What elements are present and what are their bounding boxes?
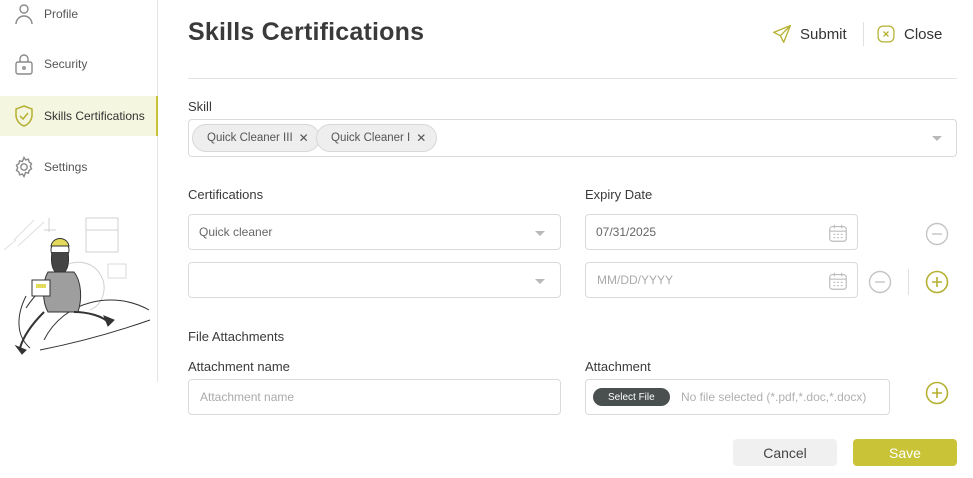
chevron-down-icon[interactable] (535, 231, 545, 236)
file-upload-field[interactable]: Select File No file selected (*.pdf,*.do… (585, 379, 890, 415)
certifications-label: Certifications (188, 187, 264, 202)
attachment-name-label: Attachment name (188, 359, 290, 374)
row-action-divider (908, 269, 909, 295)
attachment-name-placeholder: Attachment name (200, 390, 295, 404)
cancel-button[interactable]: Cancel (733, 439, 837, 466)
gear-icon (15, 156, 33, 178)
send-icon (773, 25, 791, 43)
sidebar-item-label: Settings (44, 160, 88, 174)
skill-chip: Quick Cleaner I ✕ (316, 124, 438, 152)
sidebar-item-settings[interactable]: Settings (0, 147, 158, 187)
attachment-label: Attachment (585, 359, 651, 374)
skill-chip-label: Quick Cleaner I (331, 132, 411, 144)
remove-row-button[interactable] (868, 270, 892, 294)
header-divider (863, 22, 864, 46)
certification-select[interactable] (188, 262, 561, 298)
worker-reading-illustration (4, 217, 151, 355)
sidebar-item-profile[interactable]: Profile (0, 0, 158, 34)
expiry-date-placeholder: MM/DD/YYYY (597, 273, 674, 287)
remove-chip-icon[interactable]: ✕ (416, 131, 426, 145)
certification-select[interactable]: Quick cleaner (188, 214, 561, 250)
header-rule (188, 78, 957, 79)
close-label: Close (904, 25, 943, 43)
save-button[interactable]: Save (853, 439, 957, 466)
sidebar-item-security[interactable]: Security (0, 44, 158, 84)
remove-chip-icon[interactable]: ✕ (299, 131, 309, 145)
close-icon (877, 25, 895, 43)
add-row-button[interactable] (925, 270, 949, 294)
sidebar-item-label: Skills Certifications (44, 109, 145, 123)
sidebar: Profile Security Skills Certifications S… (0, 0, 158, 382)
sidebar-item-label: Profile (44, 7, 79, 21)
chevron-down-icon[interactable] (932, 136, 942, 141)
remove-row-button[interactable] (925, 222, 949, 246)
attachment-name-input[interactable]: Attachment name (188, 379, 561, 415)
skill-chip: Quick Cleaner III ✕ (192, 124, 320, 152)
page-title: Skills Certifications (188, 18, 425, 46)
submit-button[interactable]: Submit (772, 22, 847, 46)
calendar-icon[interactable] (827, 270, 849, 292)
expiry-date-value: 07/31/2025 (596, 225, 657, 239)
skill-label: Skill (188, 99, 212, 114)
submit-label: Submit (800, 25, 847, 43)
no-file-text: No file selected (*.pdf,*.doc,*.docx) (681, 390, 867, 404)
close-button[interactable]: Close (876, 22, 942, 46)
add-attachment-button[interactable] (925, 381, 949, 405)
chevron-down-icon[interactable] (535, 279, 545, 284)
expiry-date-input[interactable]: 07/31/2025 (585, 214, 858, 250)
certification-value: Quick cleaner (199, 225, 273, 239)
expiry-date-label: Expiry Date (585, 187, 653, 202)
lock-icon (15, 54, 33, 75)
sidebar-item-skills-certifications[interactable]: Skills Certifications (0, 96, 158, 136)
expiry-date-input[interactable]: MM/DD/YYYY (585, 262, 858, 298)
sidebar-item-label: Security (44, 57, 88, 71)
select-file-button[interactable]: Select File (593, 388, 670, 406)
calendar-icon[interactable] (827, 222, 849, 244)
skill-multiselect[interactable]: Quick Cleaner III ✕ Quick Cleaner I ✕ (188, 119, 957, 157)
file-attachments-heading: File Attachments (188, 329, 285, 344)
skill-chip-label: Quick Cleaner III (207, 132, 293, 144)
shield-check-icon (15, 105, 33, 127)
user-icon (15, 4, 33, 25)
